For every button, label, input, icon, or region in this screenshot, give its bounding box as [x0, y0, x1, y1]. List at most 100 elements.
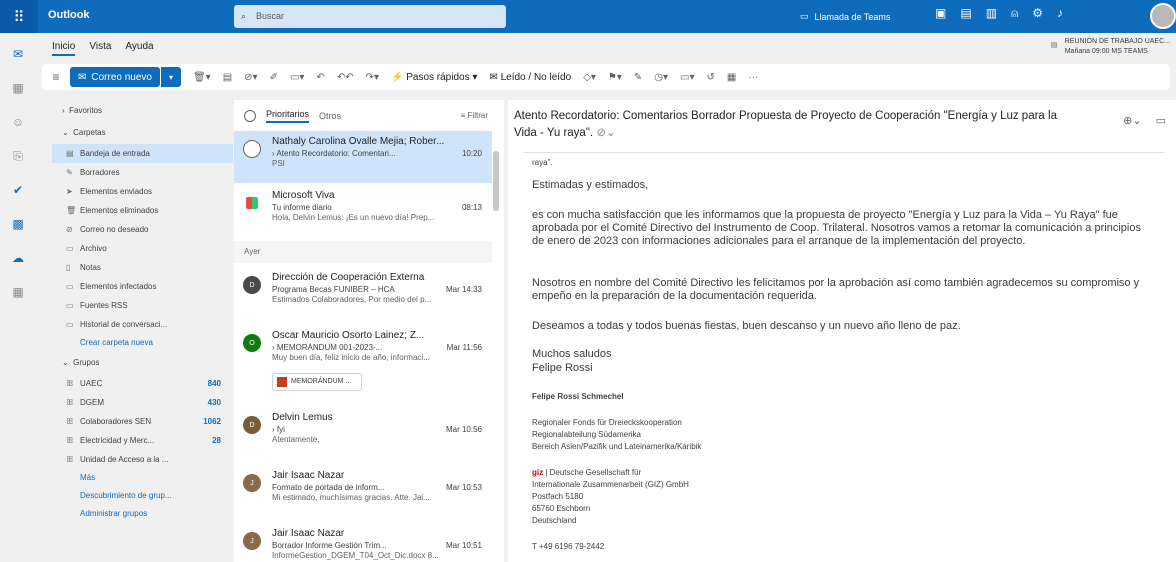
attachment-chip[interactable]: MEMORÁNDUM ... — [272, 373, 362, 391]
undo-icon[interactable]: ↺ — [707, 72, 715, 83]
folder-history[interactable]: ▭ Historial de conversaci... — [52, 315, 233, 334]
search-input[interactable]: ⌕ Buscar — [234, 5, 506, 28]
archive-icon[interactable]: ▤ — [223, 72, 232, 83]
filter-button[interactable]: ≡ Filtrar — [461, 111, 488, 120]
new-mail-dropdown[interactable]: ▾ — [160, 67, 181, 87]
apps-icon[interactable]: ▦ — [0, 279, 36, 305]
group-label: Electricidad y Merc... — [80, 436, 155, 445]
message-time: Mar 11:56 — [446, 343, 482, 352]
onedrive-icon[interactable]: ☁ — [0, 245, 36, 271]
tab-inicio[interactable]: Inicio — [52, 41, 76, 56]
tab-ayuda[interactable]: Ayuda — [125, 41, 153, 56]
tab-other[interactable]: Otros — [319, 111, 341, 121]
popout-icon[interactable]: ▭ — [1156, 114, 1166, 127]
folder-deleted[interactable]: 🗑 Elementos eliminados — [52, 201, 233, 220]
folder-junk[interactable]: ⊘ Correo no deseado — [52, 220, 233, 239]
zoom-icon[interactable]: ⊕⌄ — [1123, 114, 1141, 127]
group-item[interactable]: ꕥ UAEC 840 — [52, 374, 233, 393]
delete-icon[interactable]: 🗑▾ — [193, 72, 211, 83]
new-mail-button[interactable]: ✉ Correo nuevo — [70, 67, 160, 87]
message-time: Mar 14:33 — [445, 285, 482, 294]
pin-icon[interactable]: ✎ — [634, 72, 642, 83]
folder-notes[interactable]: ▯ Notas — [52, 258, 233, 277]
reply-icon[interactable]: ↶ — [316, 72, 324, 83]
list-item[interactable]: D Dirección de Cooperación Externa Progr… — [234, 267, 492, 319]
snooze-icon[interactable]: ◷▾ — [654, 72, 668, 83]
people-icon[interactable]: ☺ — [0, 109, 36, 135]
list-item[interactable]: Microsoft Viva Tu informe diario 08:13 H… — [234, 185, 492, 237]
tab-focused[interactable]: Prioritarios — [266, 109, 310, 123]
favorites-header[interactable]: › Favoritos — [52, 100, 233, 122]
folder-inbox[interactable]: ▤ Bandeja de entrada — [52, 144, 233, 163]
message-sender: Microsoft Viva — [272, 190, 335, 201]
discover-groups-link[interactable]: Descubrimiento de grup... — [52, 487, 233, 505]
tab-vista[interactable]: Vista — [89, 41, 111, 56]
message-title: Atento Recordatorio: Comentarios Borrado… — [514, 108, 1074, 142]
quick-steps-button[interactable]: ⚡ Pasos rápidos ▾ — [391, 72, 477, 83]
folder-label: Elementos infectados — [80, 282, 157, 291]
org-line: Internationale Zusammenarbeit (GIZ) GmbH — [532, 480, 689, 489]
more-options-icon[interactable]: ··· — [748, 72, 758, 83]
tips-icon[interactable]: ♪ — [1057, 6, 1063, 21]
settings-icon[interactable]: ⚙ — [1032, 6, 1043, 21]
sweep-icon[interactable]: ✐ — [270, 72, 278, 83]
attach-icon[interactable]: ⎘ — [0, 143, 36, 169]
apps-grid-icon[interactable]: ▦ — [727, 72, 736, 83]
folder-sent[interactable]: ➤ Elementos enviados — [52, 182, 233, 201]
forward-icon[interactable]: ↷▾ — [366, 72, 379, 83]
message-body: raya". Estimadas y estimados, es con muc… — [524, 152, 1164, 562]
folder-drafts[interactable]: ✎ Borradores — [52, 163, 233, 182]
list-item[interactable]: Nathaly Carolina Ovalle Mejia; Rober... … — [234, 131, 492, 183]
scrollbar[interactable] — [493, 151, 499, 211]
search-icon: ⌕ — [241, 11, 247, 21]
todo-icon[interactable]: ✔ — [0, 177, 36, 203]
report-icon[interactable]: ⊘▾ — [244, 72, 257, 83]
teams-call-button[interactable]: ▭ Llamada de Teams — [800, 7, 890, 26]
favorites-label: Favoritos — [69, 106, 103, 115]
create-folder-link[interactable]: Crear carpeta nueva — [52, 334, 233, 352]
menu-icon[interactable]: ≡ — [42, 70, 70, 84]
calendar-icon[interactable]: ▦ — [0, 75, 36, 101]
message-sender: Delvin Lemus — [272, 412, 333, 423]
select-circle-icon[interactable] — [243, 140, 261, 158]
group-item[interactable]: ꕥ Colaboradores SEN 1062 — [52, 412, 233, 431]
my-day-icon[interactable]: ▥ — [986, 6, 997, 21]
sender-avatar: D — [243, 416, 261, 434]
app-name[interactable]: Outlook — [48, 9, 90, 21]
flag-icon[interactable]: ⚑▾ — [608, 72, 622, 83]
folder-archive[interactable]: ▭ Archivo — [52, 239, 233, 258]
list-item[interactable]: O Oscar Mauricio Osorto Lainez; Z... › M… — [234, 325, 492, 401]
list-item[interactable]: D Delvin Lemus › fyi Mar 10:56 Atentamen… — [234, 407, 492, 459]
group-item[interactable]: ꕥ Unidad de Acceso a la ... — [52, 450, 233, 469]
manage-groups-link[interactable]: Administrar grupos — [52, 505, 233, 523]
read-unread-button[interactable]: ✉ Leído / No leído — [489, 72, 571, 83]
phone-line: T +49 6196 79-2442 — [532, 542, 605, 551]
notifications-icon[interactable]: ⍝ — [1011, 6, 1018, 21]
categorize-icon[interactable]: ◇▾ — [583, 72, 596, 83]
list-item[interactable]: J Jair Isaac Nazar Borrador Informe Gest… — [234, 523, 492, 562]
reply-all-icon[interactable]: ↶↶ — [337, 72, 354, 83]
policy-icon[interactable]: ▭▾ — [680, 72, 694, 83]
meet-now-icon[interactable]: ▣ — [935, 6, 946, 21]
onenote-icon[interactable]: ▤ — [960, 6, 971, 21]
avatar[interactable] — [1150, 3, 1176, 29]
folders-header[interactable]: ⌄ Carpetas — [52, 122, 233, 144]
group-item[interactable]: ꕥ Electricidad y Merc... 28 — [52, 431, 233, 450]
folder-rss[interactable]: ▭ Fuentes RSS — [52, 296, 233, 315]
note-icon: ▯ — [66, 263, 71, 272]
teams-icon[interactable]: ▩ — [0, 211, 36, 237]
tag-icon[interactable]: ⊘⌄ — [596, 127, 615, 139]
app-launcher-icon[interactable]: ⠿ — [0, 0, 38, 33]
mail-icon[interactable]: ✉ — [0, 41, 36, 67]
more-link[interactable]: Más — [52, 469, 233, 487]
folder-icon: ▭ — [66, 320, 74, 329]
select-all-checkbox[interactable] — [244, 109, 256, 122]
upcoming-meeting[interactable]: ▤ REUNIÓN DE TRABAJO UAEC... Mañana 09:0… — [1051, 37, 1170, 57]
group-label: Unidad de Acceso a la ... — [80, 455, 169, 464]
group-item[interactable]: ꕥ DGEM 430 — [52, 393, 233, 412]
list-item[interactable]: J Jair Isaac Nazar Formato de portada de… — [234, 465, 492, 517]
sender-avatar: O — [243, 334, 261, 352]
folder-infected[interactable]: ▭ Elementos infectados — [52, 277, 233, 296]
move-icon[interactable]: ▭▾ — [290, 72, 304, 83]
groups-header[interactable]: ⌄ Grupos — [52, 352, 233, 374]
